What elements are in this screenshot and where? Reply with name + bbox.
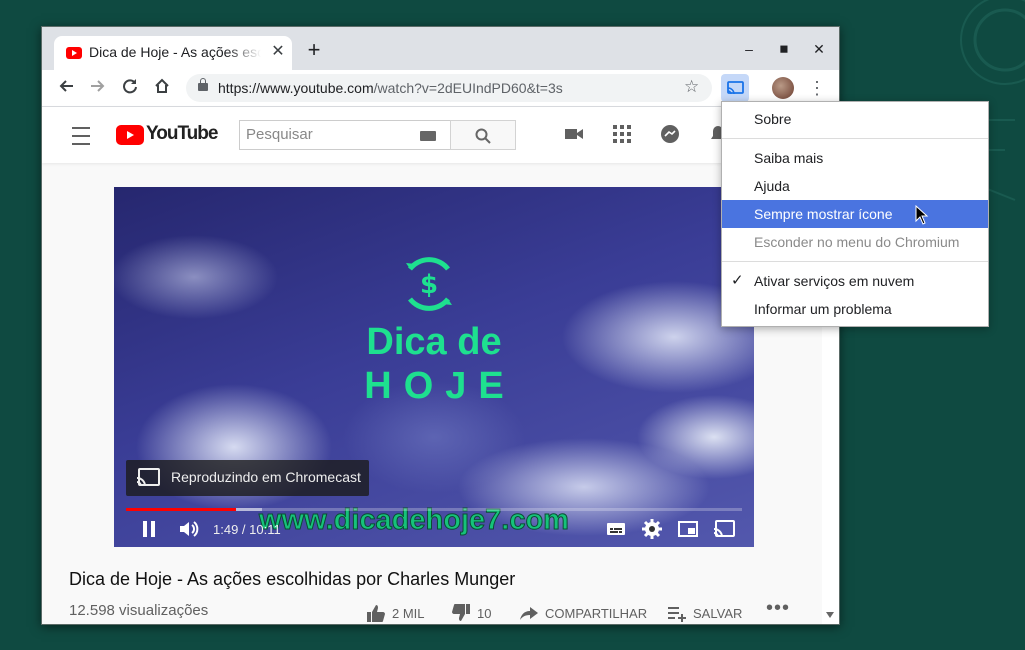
search-placeholder: Pesquisar — [246, 126, 313, 143]
pause-icon[interactable] — [138, 517, 160, 541]
search-input[interactable]: Pesquisar — [239, 120, 452, 150]
menu-item-informar-problema[interactable]: Informar um problema — [722, 295, 988, 323]
menu-item-sobre[interactable]: Sobre — [722, 105, 988, 133]
time-display: 1:49 / 10:11 — [213, 522, 281, 537]
menu-item-ajuda[interactable]: Ajuda — [722, 172, 988, 200]
chrome-menu-icon[interactable]: ⋮ — [808, 78, 826, 98]
tab-strip: Dica de Hoje - As ações escolhidas por C… — [42, 27, 839, 70]
view-count: 12.598 visualizações — [69, 602, 209, 619]
menu-item-esconder: Esconder no menu do Chromium — [754, 234, 960, 250]
brand-line-1: Dica de — [366, 321, 502, 363]
menu-item-sempre-mostrar-icone[interactable]: Sempre mostrar ícone — [722, 200, 988, 228]
scroll-down-icon[interactable] — [826, 612, 834, 618]
window-close-icon[interactable]: ✕ — [810, 40, 828, 58]
progress-bar[interactable] — [126, 508, 742, 511]
menu-separator — [722, 138, 988, 139]
forward-icon[interactable] — [87, 77, 109, 99]
settings-gear-icon[interactable] — [640, 517, 664, 541]
dollar-logo-icon: $ — [406, 257, 452, 311]
video-title: Dica de Hoje - As ações escolhidas por C… — [69, 569, 516, 589]
cast-extension-button[interactable] — [721, 74, 749, 102]
thumbs-down-icon — [452, 604, 470, 621]
menu-item-saiba-mais[interactable]: Saiba mais — [722, 144, 988, 172]
lock-icon — [198, 78, 208, 91]
cast-status-overlay: Reproduzindo em Chromecast — [126, 460, 369, 496]
home-icon[interactable] — [151, 77, 173, 99]
address-bar[interactable]: https://www.youtube.com/watch?v=2dEUIndP… — [186, 74, 712, 102]
maximize-icon[interactable]: ◼ — [775, 40, 793, 58]
search-icon — [475, 128, 491, 144]
checkmark-icon: ✓ — [731, 272, 744, 289]
browser-tab[interactable]: Dica de Hoje - As ações escolhidas por C… — [54, 36, 292, 70]
messages-icon[interactable] — [660, 124, 680, 144]
minimize-icon[interactable]: – — [740, 40, 758, 58]
save-label: SALVAR — [693, 606, 743, 621]
cast-status-text: Reproduzindo em Chromecast — [171, 469, 361, 485]
thumbs-up-icon — [367, 605, 385, 622]
dislike-button[interactable]: 10 — [451, 604, 491, 622]
svg-text:$: $ — [420, 270, 438, 300]
menu-separator — [722, 261, 988, 262]
progress-fill — [126, 508, 236, 511]
mouse-cursor-icon — [915, 205, 929, 225]
youtube-logo-text[interactable]: YouTube — [146, 123, 218, 145]
search-button[interactable] — [450, 120, 516, 150]
extension-context-menu: Sobre Saiba mais Ajuda Sempre mostrar íc… — [721, 101, 989, 327]
hamburger-menu-icon[interactable] — [72, 127, 90, 145]
miniplayer-icon[interactable] — [676, 517, 700, 541]
youtube-logo-icon[interactable] — [116, 125, 144, 145]
share-button[interactable]: COMPARTILHAR — [519, 604, 647, 622]
apps-grid-icon[interactable] — [612, 124, 632, 144]
tab-title: Dica de Hoje - As ações escolhidas por C… — [89, 44, 261, 60]
reload-icon[interactable] — [119, 77, 141, 99]
profile-avatar[interactable] — [772, 77, 794, 99]
brand-line-2: HOJE — [364, 365, 516, 407]
like-count: 2 MIL — [392, 606, 425, 621]
youtube-header: YouTube Pesquisar — [42, 107, 822, 163]
browser-toolbar: https://www.youtube.com/watch?v=2dEUIndP… — [42, 70, 839, 107]
more-actions-icon[interactable]: ••• — [766, 597, 790, 620]
video-player[interactable]: $ Dica de HOJE www.dicadehoje7.com Repro… — [114, 187, 754, 547]
cast-control-icon[interactable] — [712, 517, 736, 541]
bookmark-star-icon[interactable]: ☆ — [684, 77, 699, 97]
url-text: https://www.youtube.com/watch?v=2dEUIndP… — [218, 80, 563, 96]
create-video-icon[interactable] — [564, 124, 584, 144]
cast-icon — [727, 81, 744, 95]
new-tab-icon[interactable]: + — [304, 39, 324, 61]
menu-item-ativar-servicos[interactable]: ✓ Ativar serviços em nuvem — [722, 267, 988, 295]
save-button[interactable]: SALVAR — [667, 604, 742, 622]
back-icon[interactable] — [55, 77, 77, 99]
keyboard-icon[interactable] — [420, 131, 436, 141]
cast-icon — [136, 468, 160, 487]
subtitles-icon[interactable] — [604, 517, 628, 541]
share-icon — [520, 607, 538, 620]
youtube-favicon-icon — [66, 47, 82, 59]
volume-icon[interactable] — [177, 517, 201, 541]
add-to-playlist-icon — [668, 607, 686, 622]
youtube-page: YouTube Pesquisar $ Dica de HOJE www.dic… — [42, 107, 839, 624]
share-label: COMPARTILHAR — [545, 606, 648, 621]
like-button[interactable]: 2 MIL — [366, 604, 425, 622]
tab-close-icon[interactable]: ✕ — [270, 44, 286, 60]
dislike-count: 10 — [477, 606, 492, 621]
